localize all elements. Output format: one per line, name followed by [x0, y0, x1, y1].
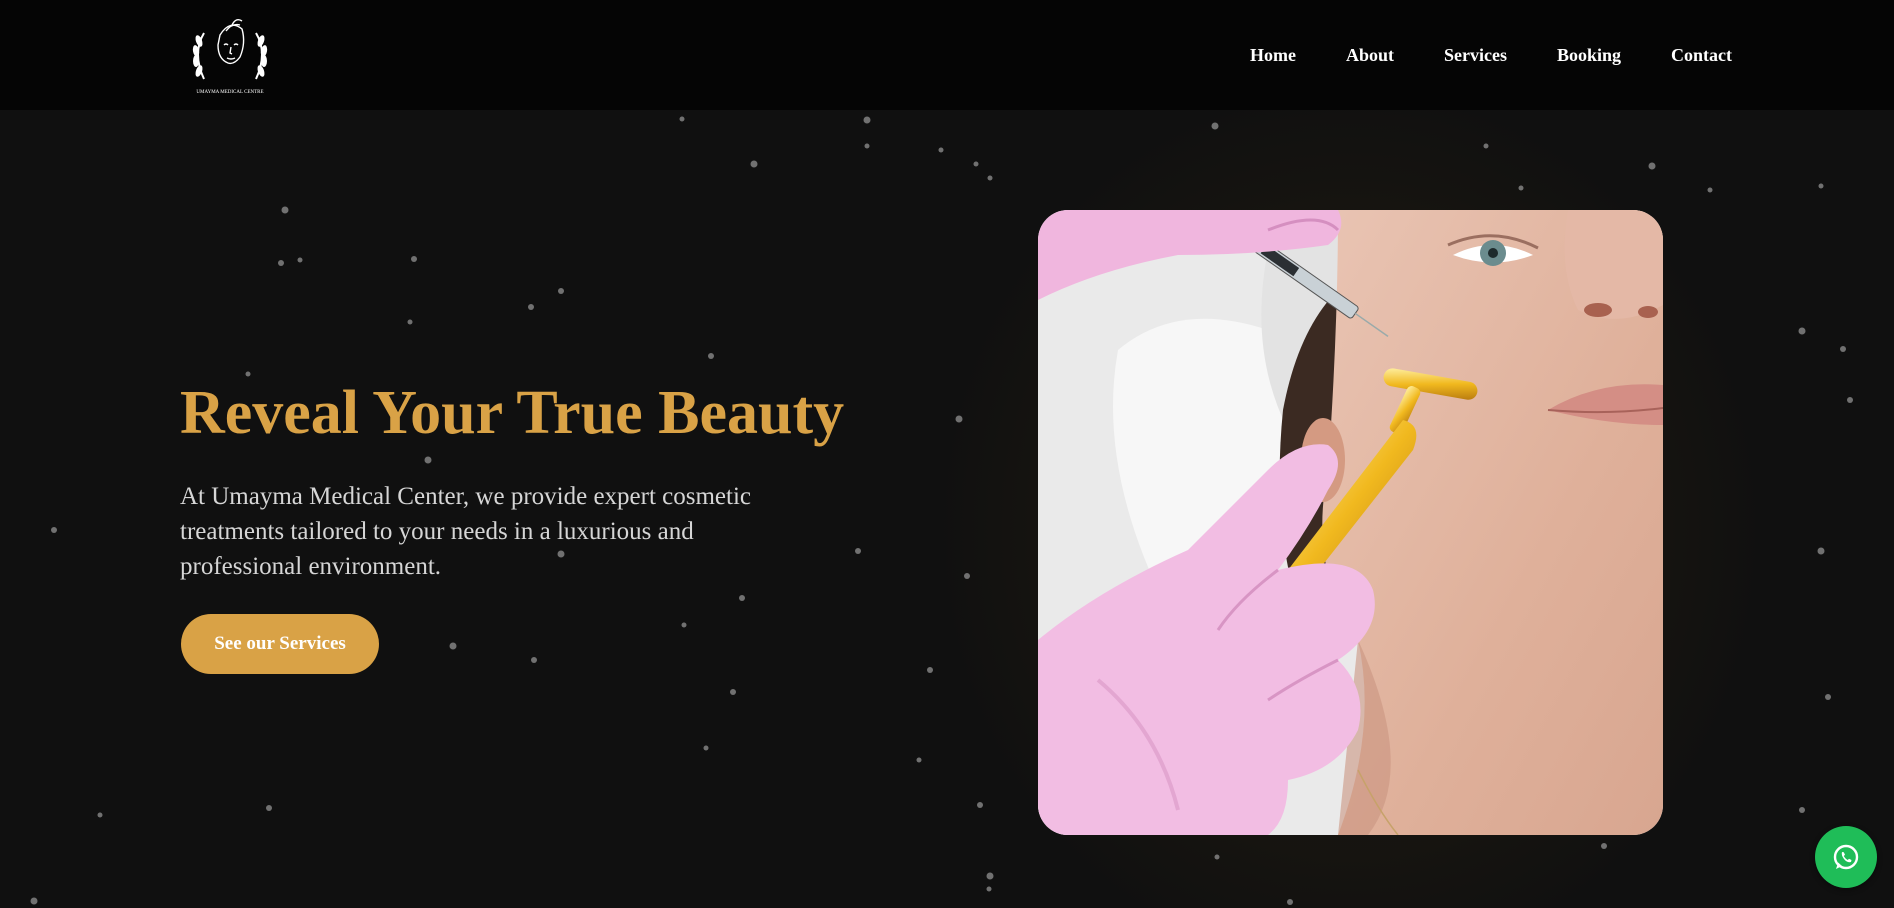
- logo-icon: UMAYMA MEDICAL CENTRE: [192, 18, 268, 95]
- hero-title: Reveal Your True Beauty: [180, 379, 845, 447]
- treatment-photo-illustration: [1038, 210, 1663, 835]
- main-nav: Home About Services Booking Contact: [1250, 45, 1732, 66]
- nav-services[interactable]: Services: [1444, 45, 1507, 66]
- nav-about[interactable]: About: [1346, 45, 1394, 66]
- navbar: UMAYMA MEDICAL CENTRE Home About Service…: [0, 0, 1894, 110]
- whatsapp-icon: [1833, 844, 1859, 870]
- whatsapp-button[interactable]: [1815, 826, 1877, 888]
- nav-home[interactable]: Home: [1250, 45, 1296, 66]
- nav-booking[interactable]: Booking: [1557, 45, 1621, 66]
- logo-link[interactable]: UMAYMA MEDICAL CENTRE: [182, 13, 278, 97]
- logo-caption: UMAYMA MEDICAL CENTRE: [196, 90, 263, 95]
- see-services-button[interactable]: See our Services: [181, 614, 379, 674]
- hero-description: At Umayma Medical Center, we provide exp…: [180, 483, 752, 580]
- hero-section: Reveal Your True Beauty At Umayma Medica…: [0, 110, 1894, 908]
- nav-contact[interactable]: Contact: [1671, 45, 1732, 66]
- treatment-photo: [1038, 210, 1663, 835]
